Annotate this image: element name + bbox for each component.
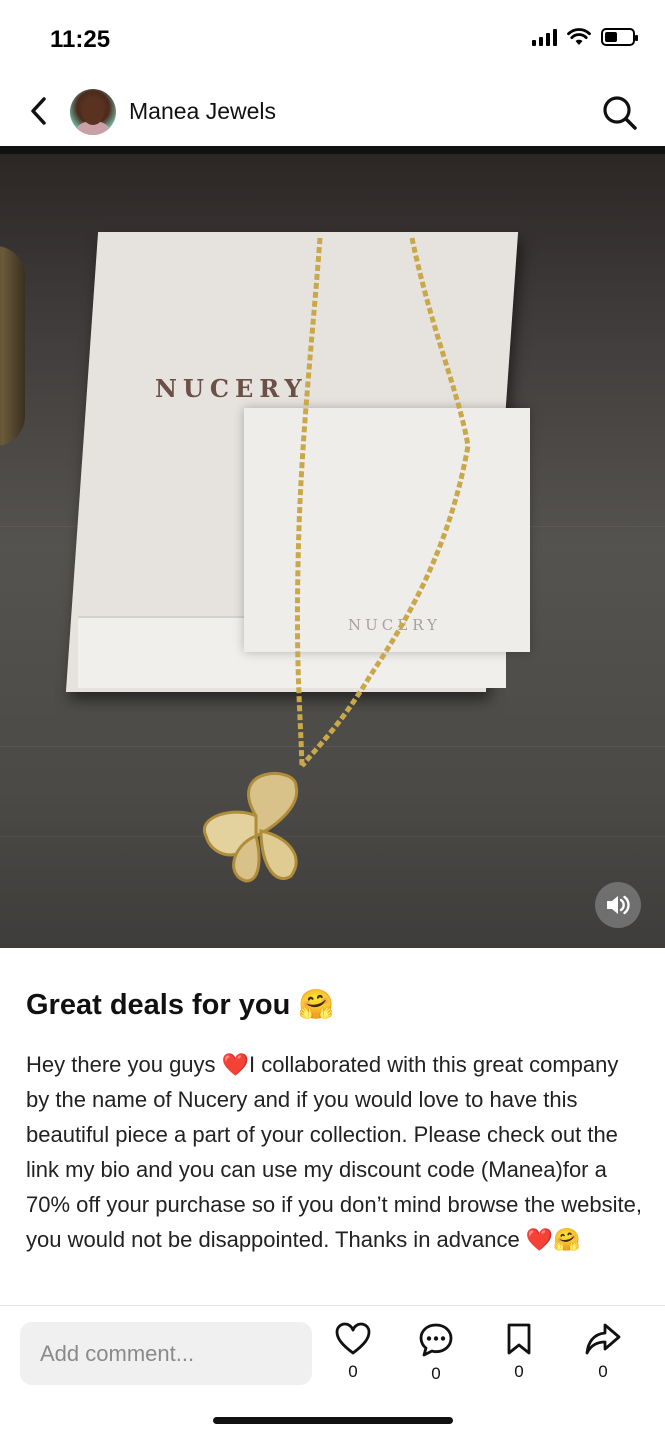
search-icon (603, 96, 637, 130)
wifi-icon (567, 28, 591, 45)
share-count: 0 (598, 1362, 608, 1381)
save-count: 0 (514, 1362, 524, 1381)
search-button[interactable] (601, 94, 639, 132)
battery-icon (601, 28, 638, 46)
avatar[interactable] (70, 89, 116, 135)
like-count: 0 (348, 1362, 358, 1381)
volume-button[interactable] (595, 882, 641, 928)
share-arrow-icon (585, 1323, 621, 1355)
comment-input[interactable] (20, 1322, 312, 1385)
profile-header: Manea Jewels (0, 80, 665, 146)
battery-fill (605, 32, 617, 42)
comment-count: 0 (431, 1364, 441, 1383)
speaker-icon (607, 895, 630, 915)
status-bar: 11:25 (0, 0, 665, 80)
chevron-left-icon (31, 97, 46, 125)
bookmark-icon (507, 1323, 531, 1355)
username[interactable]: Manea Jewels (129, 98, 276, 125)
save-button[interactable]: 0 (489, 1322, 549, 1388)
post-photo[interactable]: NUCERY NUCERY (0, 146, 665, 948)
share-button[interactable]: 0 (573, 1322, 633, 1388)
cellular-signal-icon (532, 28, 557, 46)
post-title: Great deals for you 🤗 (26, 989, 335, 1021)
divider (0, 1305, 665, 1306)
necklace-chain (202, 237, 471, 883)
heart-icon (335, 1322, 371, 1355)
back-button[interactable] (22, 94, 56, 128)
like-button[interactable]: 0 (323, 1322, 383, 1388)
butterfly-pendant (202, 772, 299, 883)
status-time: 11:25 (50, 26, 111, 53)
comment-bubble-icon (419, 1323, 453, 1357)
comment-button[interactable]: 0 (406, 1322, 466, 1388)
status-icons (532, 28, 638, 46)
home-indicator[interactable] (213, 1417, 453, 1424)
avatar-face (82, 99, 104, 125)
post-body: Hey there you guys ❤️I collaborated with… (26, 1052, 642, 1252)
